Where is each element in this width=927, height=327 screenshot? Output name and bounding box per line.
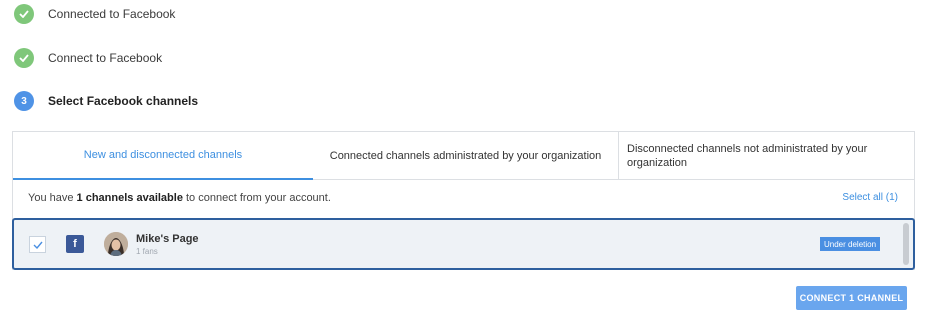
channels-info: You have 1 channels available to connect… (13, 180, 914, 216)
step-label: Connect to Facebook (48, 51, 163, 65)
tab-disconnected-not-admin[interactable]: Disconnected channels not administrated … (619, 132, 914, 179)
info-count: 1 channels available (76, 192, 183, 204)
info-suffix: to connect from your account. (186, 192, 331, 204)
step-connected: Connected to Facebook (14, 3, 175, 25)
step-label: Connected to Facebook (48, 7, 176, 21)
tab-label: Connected channels administrated by your… (329, 149, 602, 162)
checkmark-icon (14, 4, 34, 24)
step-select-channels: 3 Select Facebook channels (14, 90, 198, 112)
step-label: Select Facebook channels (48, 94, 199, 108)
tab-label: Disconnected channels not administrated … (627, 142, 868, 169)
connect-channel-button[interactable]: CONNECT 1 CHANNEL (796, 286, 907, 310)
tab-new-disconnected[interactable]: New and disconnected channels (13, 132, 313, 180)
avatar (104, 232, 128, 256)
checkmark-icon (33, 241, 43, 249)
checkmark-icon (14, 48, 34, 68)
scrollbar[interactable] (903, 223, 909, 265)
step-connect: Connect to Facebook (14, 47, 162, 69)
facebook-icon: f (66, 235, 84, 253)
info-prefix: You have (28, 192, 74, 204)
step-number: 3 (14, 91, 34, 111)
channel-name: Mike's Page (136, 233, 199, 245)
channel-tabs: New and disconnected channels Connected … (13, 132, 914, 180)
channel-checkbox[interactable] (29, 236, 46, 253)
channel-row[interactable]: f Mike's Page 1 fans Under deletion (12, 218, 915, 270)
tab-label: New and disconnected channels (83, 149, 243, 161)
select-all-link[interactable]: Select all (1) (842, 192, 898, 203)
tab-connected-admin[interactable]: Connected channels administrated by your… (313, 132, 619, 179)
channel-fans: 1 fans (136, 247, 158, 256)
status-badge: Under deletion (820, 237, 881, 251)
